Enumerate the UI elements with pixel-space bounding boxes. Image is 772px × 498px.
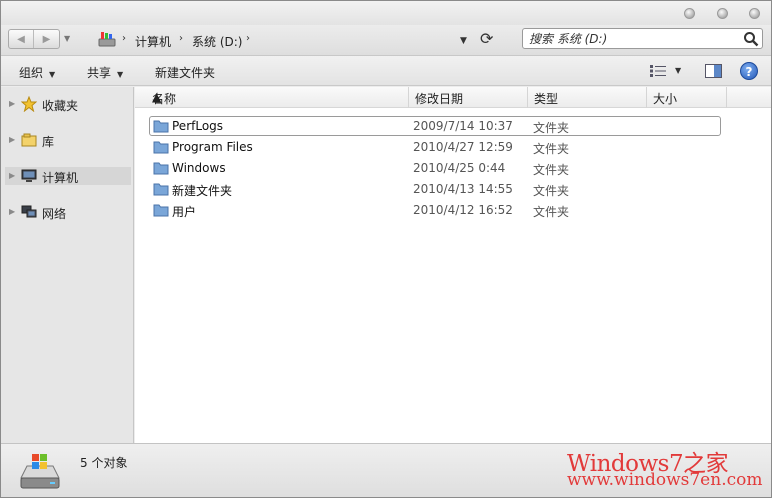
network-icon (21, 205, 37, 218)
table-row[interactable]: 用户 2010/4/12 16:52 文件夹 (149, 200, 721, 220)
file-type: 文件夹 (533, 205, 570, 219)
file-date: 2010/4/13 14:55 (413, 182, 513, 196)
refresh-icon[interactable]: ⟳ (480, 31, 496, 47)
column-label: 大小 (653, 92, 678, 106)
help-icon[interactable]: ? (740, 62, 758, 80)
command-bar: 组织 ▼ 共享 ▼ 新建文件夹 ▼ ? (1, 56, 771, 86)
folder-icon (153, 162, 169, 175)
nav-label: 计算机 (42, 171, 79, 185)
file-type: 文件夹 (533, 121, 570, 135)
minimize-button[interactable] (684, 8, 695, 19)
column-header-type[interactable]: 类型 (528, 87, 647, 108)
table-row[interactable]: Windows 2010/4/25 0:44 文件夹 (149, 158, 721, 178)
file-type: 文件夹 (533, 184, 570, 198)
column-header-date[interactable]: 修改日期 (409, 87, 528, 108)
search-box (522, 28, 763, 49)
file-date: 2009/7/14 10:37 (413, 119, 513, 133)
file-list: 名称 ▲ 修改日期 类型 大小 PerfLogs 2009/7/14 10:37… (135, 87, 771, 443)
file-name: 用户 (172, 205, 197, 219)
file-name: Program Files (172, 140, 253, 154)
column-headers: 名称 ▲ 修改日期 类型 大小 (135, 87, 771, 108)
file-name: PerfLogs (172, 119, 224, 133)
nav-item-computer[interactable]: ▶ 计算机 (5, 167, 131, 185)
star-icon (21, 96, 37, 112)
breadcrumb-separator[interactable]: › (179, 33, 183, 44)
computer-drive-icon (98, 32, 116, 47)
details-pane: 5 个对象 Windows7之家 www.windows7en.com (1, 443, 771, 497)
column-label: 类型 (534, 92, 559, 106)
share-label: 共享 (87, 66, 112, 80)
folder-icon (153, 204, 169, 217)
breadcrumb-separator[interactable]: › (246, 33, 250, 44)
expand-arrow-icon[interactable]: ▶ (9, 207, 15, 216)
back-button[interactable]: ◀ (9, 30, 35, 48)
file-date: 2010/4/25 0:44 (413, 161, 506, 175)
expand-arrow-icon[interactable]: ▶ (9, 135, 15, 144)
nav-item-libraries[interactable]: ▶ 库 (5, 131, 131, 149)
search-input[interactable] (529, 31, 734, 47)
file-date: 2010/4/12 16:52 (413, 203, 513, 217)
nav-label: 收藏夹 (42, 99, 79, 113)
table-row[interactable]: 新建文件夹 2010/4/13 14:55 文件夹 (149, 179, 721, 199)
breadcrumb-separator[interactable]: › (122, 33, 126, 44)
file-name: Windows (172, 161, 226, 175)
recent-pages-dropdown[interactable]: ▼ (64, 34, 74, 44)
breadcrumb-drive[interactable]: 系统 (D:) (192, 33, 242, 50)
close-button[interactable] (749, 8, 760, 19)
chevron-down-icon: ▼ (49, 70, 56, 79)
new-folder-button[interactable]: 新建文件夹 (155, 64, 215, 81)
file-date: 2010/4/27 12:59 (413, 140, 513, 154)
nav-item-favorites[interactable]: ▶ 收藏夹 (5, 95, 131, 113)
organize-label: 组织 (19, 66, 44, 80)
expand-arrow-icon[interactable]: ▶ (9, 171, 15, 180)
table-row[interactable]: PerfLogs 2009/7/14 10:37 文件夹 (149, 116, 721, 136)
navigation-pane: ▶ 收藏夹 ▶ 库 ▶ 计算机 ▶ 网络 (1, 87, 134, 443)
nav-label: 网络 (42, 207, 67, 221)
folder-icon (153, 183, 169, 196)
library-icon (21, 133, 37, 147)
address-bar-row: ◀ ▶ ▼ › 计算机 › 系统 (D:) › ▼ ⟳ (1, 25, 771, 56)
column-header-name[interactable]: 名称 ▲ (146, 87, 409, 108)
search-icon[interactable] (743, 31, 759, 47)
expand-arrow-icon[interactable]: ▶ (9, 99, 15, 108)
new-folder-label: 新建文件夹 (155, 66, 216, 80)
nav-label: 库 (42, 135, 55, 149)
file-type: 文件夹 (533, 142, 570, 156)
breadcrumb-computer[interactable]: 计算机 (135, 33, 171, 50)
share-button[interactable]: 共享 ▼ (87, 64, 123, 81)
file-type: 文件夹 (533, 163, 570, 177)
chevron-down-icon[interactable]: ▼ (675, 66, 681, 75)
nav-item-network[interactable]: ▶ 网络 (5, 203, 131, 221)
file-name: 新建文件夹 (172, 184, 233, 198)
preview-pane-icon[interactable] (705, 64, 722, 78)
hard-drive-icon (20, 454, 60, 489)
column-label: 修改日期 (415, 92, 464, 106)
chevron-down-icon: ▼ (117, 70, 124, 79)
column-header-size[interactable]: 大小 (647, 87, 727, 108)
folder-icon (153, 120, 169, 133)
view-options-icon[interactable] (649, 64, 667, 78)
watermark-url: www.windows7en.com (567, 470, 763, 490)
forward-button[interactable]: ▶ (34, 30, 59, 48)
address-history-dropdown[interactable]: ▼ (460, 36, 467, 46)
item-count: 5 个对象 (80, 456, 128, 470)
maximize-button[interactable] (717, 8, 728, 19)
computer-icon (21, 169, 37, 182)
table-row[interactable]: Program Files 2010/4/27 12:59 文件夹 (149, 137, 721, 157)
folder-icon (153, 141, 169, 154)
nav-buttons: ◀ ▶ (8, 29, 60, 49)
explorer-window: ◀ ▶ ▼ › 计算机 › 系统 (D:) › ▼ ⟳ 组织 ▼ (0, 0, 772, 498)
organize-button[interactable]: 组织 ▼ (19, 64, 55, 81)
sort-arrow-icon: ▲ (152, 90, 162, 104)
title-bar (1, 1, 771, 27)
